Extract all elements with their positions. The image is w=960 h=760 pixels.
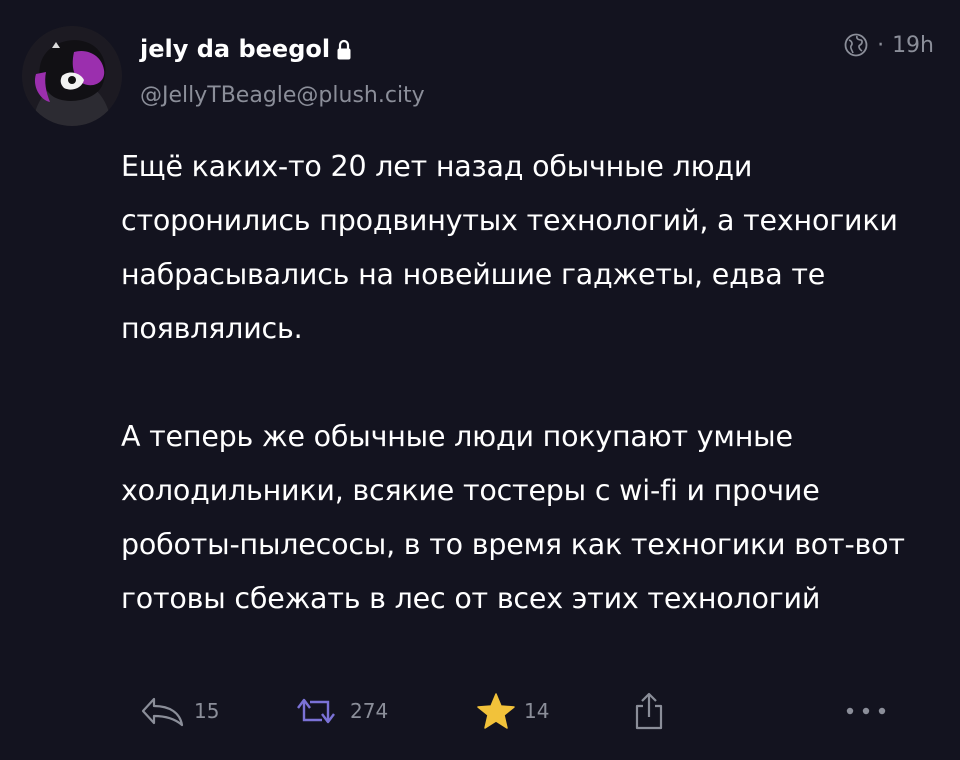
post-paragraph: А теперь же обычные люди покупают умные … (121, 420, 905, 615)
lock-icon (336, 38, 352, 60)
star-icon (476, 692, 516, 730)
post-meta: · 19h (843, 32, 934, 58)
post-content: Ещё каких-то 20 лет назад обычные люди с… (121, 140, 941, 626)
post: jely da beegol @JellyTBeagle@plush.city … (0, 0, 960, 760)
display-name-text: jely da beegol (140, 35, 331, 63)
more-icon (842, 701, 890, 721)
share-button[interactable] (632, 688, 666, 734)
favourite-count: 14 (524, 699, 550, 723)
reply-button[interactable]: 15 (140, 688, 219, 734)
account-handle[interactable]: @JellyTBeagle@plush.city (140, 82, 425, 110)
reply-count: 15 (194, 699, 220, 723)
post-time[interactable]: 19h (892, 33, 934, 58)
repost-icon (290, 694, 342, 728)
repost-button[interactable]: 274 (290, 688, 388, 734)
post-paragraph: Ещё каких-то 20 лет назад обычные люди с… (121, 150, 898, 345)
repost-count: 274 (350, 699, 389, 723)
share-icon (632, 691, 666, 731)
reply-icon (140, 694, 186, 728)
display-name[interactable]: jely da beegol (140, 34, 352, 64)
favourite-button[interactable]: 14 (476, 688, 549, 734)
more-button[interactable] (842, 688, 890, 734)
avatar[interactable] (22, 26, 122, 126)
meta-separator: · (877, 32, 885, 58)
avatar-image (22, 26, 122, 126)
action-bar: 15 274 14 (140, 688, 910, 738)
globe-icon (843, 32, 869, 58)
